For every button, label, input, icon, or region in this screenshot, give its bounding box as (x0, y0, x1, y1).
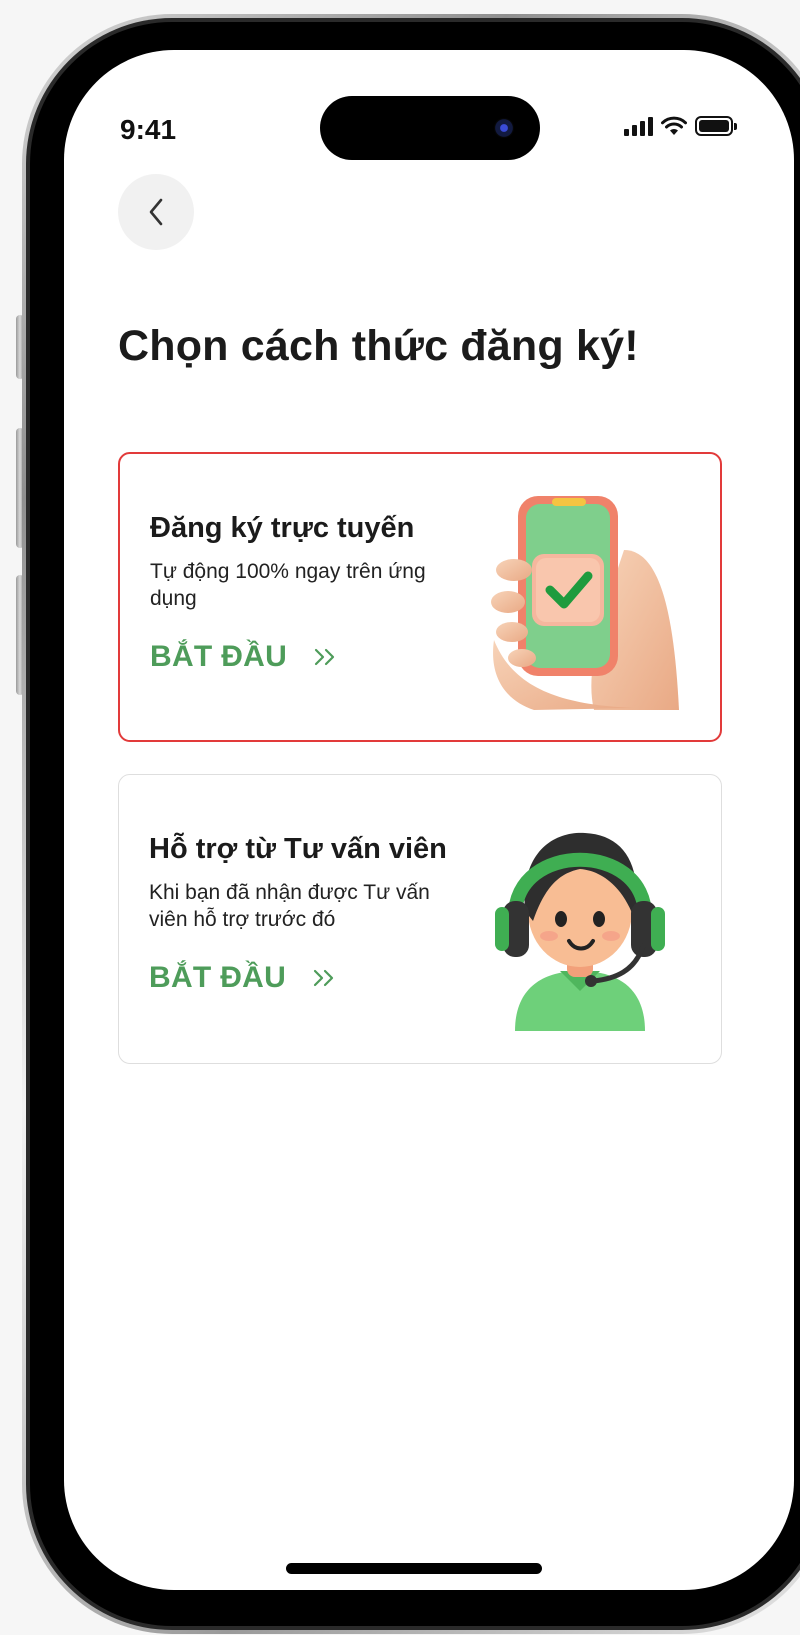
wifi-icon (661, 116, 687, 135)
option-description: Tự động 100% ngay trên ứng dụng (150, 560, 426, 610)
option-title: Đăng ký trực tuyến (150, 512, 415, 544)
status-time: 9:41 (120, 114, 177, 145)
home-indicator[interactable] (286, 1563, 542, 1574)
phone-frame: 9:41 Chọn cách thức đăng ký! Đăng ký trự… (22, 14, 800, 1634)
app-screen: 9:41 Chọn cách thức đăng ký! Đăng ký trự… (64, 50, 794, 1590)
support-agent-icon (495, 832, 665, 1031)
chevron-left-icon (149, 198, 163, 226)
option-card-online[interactable]: Đăng ký trực tuyến Tự động 100% ngay trê… (118, 452, 722, 742)
start-button[interactable]: BẮT ĐẦU (150, 640, 339, 674)
battery-icon (695, 116, 737, 136)
camera-icon (494, 118, 514, 138)
double-chevron-right-icon (313, 969, 334, 987)
signal-icon (624, 116, 653, 136)
page-title: Chọn cách thức đăng ký! (118, 322, 639, 370)
back-button[interactable] (118, 174, 194, 250)
dynamic-island (320, 96, 540, 160)
option-card-advisor[interactable]: Hỗ trợ từ Tư vấn viên Khi bạn đã nhận đư… (118, 774, 722, 1064)
double-chevron-right-icon (314, 648, 335, 666)
phone-checkmark-icon (491, 496, 679, 710)
option-title: Hỗ trợ từ Tư vấn viên (149, 833, 447, 865)
start-label: BẮT ĐẦU (150, 640, 288, 673)
option-description: Khi bạn đã nhận được Tư vấn viên hỗ trợ … (149, 881, 430, 931)
status-icons (624, 116, 737, 136)
start-button[interactable]: BẮT ĐẦU (149, 961, 338, 995)
start-label: BẮT ĐẦU (149, 961, 287, 994)
